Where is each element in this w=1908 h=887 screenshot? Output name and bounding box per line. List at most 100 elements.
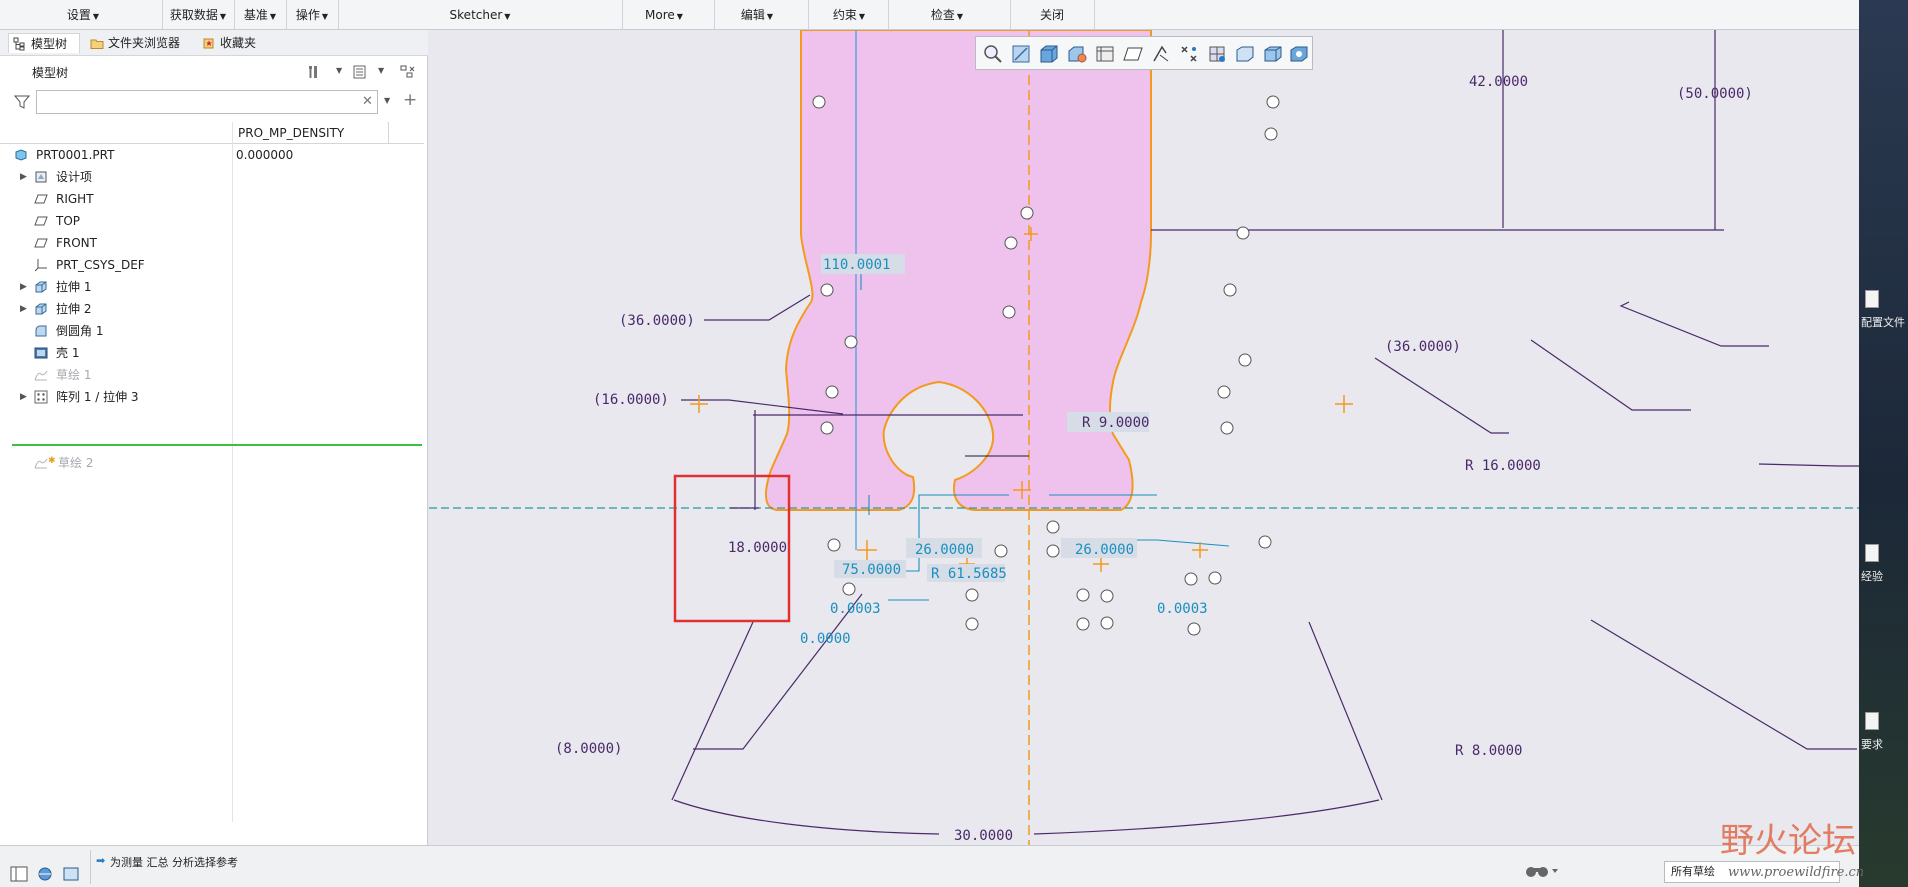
dim-36-left[interactable]: (36.0000)	[619, 313, 695, 329]
tree-row-shell-1[interactable]: 壳 1	[0, 342, 424, 364]
menu-divider	[234, 0, 235, 30]
menu-sketcher[interactable]: Sketcher ▼	[440, 6, 520, 24]
extrude-icon	[35, 303, 47, 315]
tree-row-round-1[interactable]: 倒圆角 1	[0, 320, 424, 342]
tree-row-design-items[interactable]: ▶ 设计项	[0, 166, 424, 188]
dim-26-left[interactable]: 26.0000	[915, 542, 974, 558]
sketch-icon	[34, 458, 48, 469]
tree-row-front[interactable]: FRONT	[0, 232, 424, 254]
filter-icon[interactable]	[14, 94, 30, 110]
expand-arrow-icon[interactable]: ▶	[20, 386, 30, 408]
dim-18[interactable]: 18.0000	[728, 540, 787, 556]
expand-arrow-icon[interactable]: ▶	[20, 276, 30, 298]
dim-r9[interactable]: R 9.0000	[1082, 415, 1149, 431]
expand-arrow-icon[interactable]: ▶	[20, 166, 30, 188]
model-tree-toggle-icon[interactable]	[10, 866, 28, 882]
menu-divider	[714, 0, 715, 30]
constraint-display-icon[interactable]	[1178, 43, 1200, 65]
dim-30[interactable]: 30.0000	[954, 828, 1013, 844]
chevron-down-icon[interactable]: ▼	[336, 66, 342, 75]
datum-display-icon[interactable]	[1122, 43, 1144, 65]
zoom-in-icon[interactable]	[982, 43, 1004, 65]
dim-75[interactable]: 75.0000	[842, 562, 901, 578]
dim-r16[interactable]: R 16.0000	[1465, 458, 1541, 474]
chevron-down-icon[interactable]: ▼	[384, 96, 390, 105]
tree-row-pattern-1[interactable]: ▶ 阵列 1 / 拉伸 3	[0, 386, 424, 408]
zoom-fit-icon[interactable]	[1010, 43, 1032, 65]
tree-row-top[interactable]: TOP	[0, 210, 424, 232]
dim-36-right[interactable]: (36.0000)	[1385, 339, 1461, 355]
display-style-icon[interactable]	[1038, 43, 1060, 65]
dim-0003-right[interactable]: 0.0003	[1157, 601, 1208, 617]
menu-settings[interactable]: 设置 ▼	[60, 6, 106, 24]
tree-row-sketch-2[interactable]: ✱ 草绘 2	[0, 452, 424, 474]
desktop-item-experience[interactable]: 经验	[1861, 570, 1907, 584]
sketch-display-icon[interactable]	[1150, 43, 1172, 65]
tab-model-tree[interactable]: 模型树	[8, 33, 80, 53]
csys-icon	[34, 259, 47, 272]
tab-folder-browser[interactable]: 文件夹浏览器	[86, 33, 196, 53]
file-icon[interactable]	[1865, 290, 1879, 308]
desktop-item-requirements[interactable]: 要求	[1861, 738, 1907, 752]
menu-inspect[interactable]: 检查 ▼	[924, 6, 970, 24]
dim-50[interactable]: (50.0000)	[1677, 86, 1753, 102]
tree-search-input[interactable]	[36, 90, 378, 114]
binoculars-icon[interactable]	[1524, 861, 1560, 881]
menu-close[interactable]: 关闭	[1032, 6, 1072, 24]
tree-tools-icon[interactable]	[306, 64, 322, 80]
chevron-down-icon: ▼	[956, 12, 964, 21]
dim-r8-right[interactable]: R 8.0000	[1455, 743, 1522, 759]
tree-row-csys[interactable]: PRT_CSYS_DEF	[0, 254, 424, 276]
datum-plane-icon	[34, 216, 48, 226]
desktop-item-config[interactable]: 配置文件	[1861, 316, 1907, 330]
fullscreen-icon[interactable]	[62, 866, 80, 882]
named-view-icon[interactable]	[1094, 43, 1116, 65]
dim-42[interactable]: 42.0000	[1469, 74, 1528, 90]
selection-filter-value: 所有草绘	[1671, 865, 1715, 878]
dim-16[interactable]: (16.0000)	[593, 392, 669, 408]
menu-constrain[interactable]: 约束 ▼	[826, 6, 872, 24]
dim-0000[interactable]: 0.0000	[800, 631, 851, 647]
dim-26-right[interactable]: 26.0000	[1075, 542, 1134, 558]
menu-edit[interactable]: 编辑 ▼	[734, 6, 780, 24]
refit-icon[interactable]	[1288, 43, 1310, 65]
tab-label: 模型树	[31, 37, 68, 51]
tree-row-right[interactable]: RIGHT	[0, 188, 424, 210]
menu-divider	[808, 0, 809, 30]
tree-settings-icon[interactable]	[400, 64, 416, 80]
design-items-icon	[35, 171, 47, 183]
tab-favorites[interactable]: 收藏夹	[198, 33, 268, 53]
view-orient-icon[interactable]	[1066, 43, 1088, 65]
grid-icon[interactable]	[1206, 43, 1228, 65]
menu-divider	[162, 0, 163, 30]
dim-8-left[interactable]: (8.0000)	[555, 741, 622, 757]
tree-row-extrude-1[interactable]: ▶ 拉伸 1	[0, 276, 424, 298]
spin-center-icon[interactable]	[1234, 43, 1256, 65]
browser-toggle-icon[interactable]	[36, 866, 54, 882]
insert-here-marker[interactable]	[12, 444, 422, 446]
chevron-down-icon[interactable]: ▼	[378, 66, 384, 75]
dim-110[interactable]: 110.0001	[823, 257, 890, 273]
dim-r61[interactable]: R 61.5685	[931, 566, 1007, 582]
menu-get-data[interactable]: 获取数据 ▼	[166, 6, 230, 24]
sketch-drawing[interactable]: 42.0000 (50.0000) 110.0001 (36.0000) (36…	[429, 30, 1859, 845]
menu-more[interactable]: More ▼	[636, 6, 692, 24]
show-menu-icon[interactable]	[352, 64, 368, 80]
tree-row-sketch-1[interactable]: 草绘 1	[0, 364, 424, 386]
tree-label: FRONT	[56, 236, 97, 250]
expand-arrow-icon[interactable]: ▶	[20, 298, 30, 320]
sketch-canvas[interactable]: 42.0000 (50.0000) 110.0001 (36.0000) (36…	[429, 30, 1859, 845]
dim-0003-left[interactable]: 0.0003	[830, 601, 881, 617]
tree-label: 设计项	[56, 170, 93, 184]
file-icon[interactable]	[1865, 712, 1879, 730]
file-icon[interactable]	[1865, 544, 1879, 562]
clear-icon[interactable]: ✕	[362, 94, 373, 109]
tree-row-part[interactable]: PRT0001.PRT 0.000000	[0, 144, 424, 166]
add-column-icon[interactable]: +	[403, 90, 417, 110]
menu-operations[interactable]: 操作 ▼	[290, 6, 334, 24]
column-header-density[interactable]: PRO_MP_DENSITY	[238, 126, 344, 140]
tree-filter-row: ✕ ▼ +	[0, 88, 428, 116]
shading-icon[interactable]	[1262, 43, 1284, 65]
tree-row-extrude-2[interactable]: ▶ 拉伸 2	[0, 298, 424, 320]
menu-datum[interactable]: 基准 ▼	[238, 6, 282, 24]
